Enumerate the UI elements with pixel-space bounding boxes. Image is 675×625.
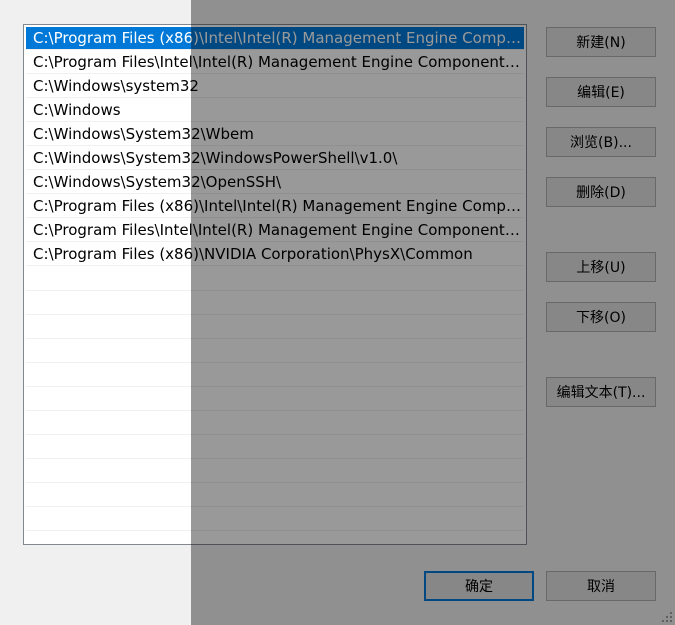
empty-list-row [26,435,524,459]
ok-button[interactable]: 确定 [424,571,534,601]
empty-list-row [26,411,524,435]
empty-list-row [26,483,524,507]
path-list-item[interactable]: C:\Program Files\Intel\Intel(R) Manageme… [26,219,524,242]
path-list-item[interactable]: C:\Windows [26,99,524,122]
move-down-button[interactable]: 下移(O) [546,302,656,332]
edit-text-button[interactable]: 编辑文本(T)... [546,377,656,407]
empty-list-row [26,267,524,291]
new-button[interactable]: 新建(N) [546,27,656,57]
move-up-button[interactable]: 上移(U) [546,252,656,282]
browse-button[interactable]: 浏览(B)... [546,127,656,157]
edit-button[interactable]: 编辑(E) [546,77,656,107]
path-list[interactable]: C:\Program Files (x86)\Intel\Intel(R) Ma… [23,24,527,545]
cancel-button[interactable]: 取消 [546,571,656,601]
path-list-item[interactable]: C:\Program Files\Intel\Intel(R) Manageme… [26,51,524,74]
path-list-item[interactable]: C:\Program Files (x86)\Intel\Intel(R) Ma… [26,27,524,50]
empty-list-row [26,387,524,411]
path-list-item[interactable]: C:\Program Files (x86)\Intel\Intel(R) Ma… [26,195,524,218]
path-list-item[interactable]: C:\Windows\System32\Wbem [26,123,524,146]
path-list-item[interactable]: C:\Program Files (x86)\NVIDIA Corporatio… [26,243,524,266]
edit-environment-variable-dialog: C:\Program Files (x86)\Intel\Intel(R) Ma… [0,0,675,625]
path-list-item[interactable]: C:\Windows\system32 [26,75,524,98]
delete-button[interactable]: 删除(D) [546,177,656,207]
empty-list-row [26,459,524,483]
empty-list-row [26,339,524,363]
resize-grip-icon[interactable] [660,610,672,622]
path-list-item[interactable]: C:\Windows\System32\WindowsPowerShell\v1… [26,147,524,170]
empty-list-row [26,315,524,339]
path-list-item[interactable]: C:\Windows\System32\OpenSSH\ [26,171,524,194]
empty-list-row [26,507,524,531]
empty-list-row [26,363,524,387]
empty-list-row [26,291,524,315]
